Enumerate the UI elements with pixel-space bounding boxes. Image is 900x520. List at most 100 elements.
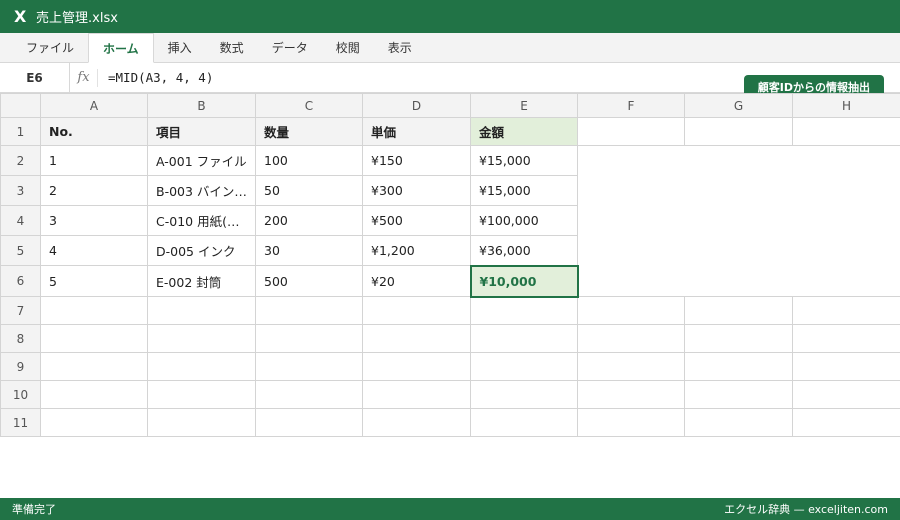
selected-cell-e6[interactable]: ¥10,000 <box>469 264 579 298</box>
cell[interactable] <box>255 380 363 409</box>
cell[interactable] <box>577 296 685 325</box>
cell-b1[interactable]: 項目 <box>147 117 256 146</box>
cell[interactable] <box>40 408 148 437</box>
cell[interactable] <box>470 408 578 437</box>
cell[interactable]: ¥1,200 <box>362 235 471 266</box>
cell-g1[interactable] <box>684 117 793 146</box>
cell[interactable] <box>362 352 471 381</box>
cell[interactable] <box>792 296 900 325</box>
cell-f1[interactable] <box>577 117 685 146</box>
column-header-g[interactable]: G <box>684 93 793 118</box>
cell[interactable] <box>255 324 363 353</box>
row-header[interactable]: 3 <box>0 175 41 206</box>
cell[interactable] <box>470 352 578 381</box>
cell[interactable] <box>577 352 685 381</box>
row-header[interactable]: 6 <box>0 265 41 297</box>
cell-a1[interactable]: No. <box>40 117 148 146</box>
cell[interactable] <box>147 324 256 353</box>
cell[interactable] <box>40 296 148 325</box>
tab-view[interactable]: 表示 <box>374 33 426 62</box>
row-header[interactable]: 2 <box>0 145 41 176</box>
cell[interactable] <box>792 324 900 353</box>
cell-d1[interactable]: 単価 <box>362 117 471 146</box>
cell[interactable] <box>147 352 256 381</box>
cell[interactable] <box>684 380 793 409</box>
cell[interactable]: ¥100,000 <box>470 205 578 236</box>
cell[interactable] <box>684 324 793 353</box>
cell[interactable]: 2 <box>40 175 148 206</box>
column-header-a[interactable]: A <box>40 93 148 118</box>
cell[interactable]: ¥500 <box>362 205 471 236</box>
cell[interactable] <box>577 380 685 409</box>
cell[interactable] <box>792 352 900 381</box>
cell[interactable] <box>255 296 363 325</box>
cell[interactable] <box>792 408 900 437</box>
cell[interactable]: C-010 用紙(A4) <box>147 205 256 236</box>
cell[interactable] <box>362 324 471 353</box>
tab-review[interactable]: 校閲 <box>322 33 374 62</box>
cell[interactable]: 500 <box>255 265 363 297</box>
cell-e1[interactable]: 金額 <box>470 117 578 146</box>
row-header[interactable]: 5 <box>0 235 41 266</box>
cell[interactable]: A-001 ファイル <box>147 145 256 176</box>
cell[interactable]: 5 <box>40 265 148 297</box>
cell[interactable] <box>470 296 578 325</box>
tab-insert[interactable]: 挿入 <box>154 33 206 62</box>
cell[interactable]: ¥150 <box>362 145 471 176</box>
column-header-b[interactable]: B <box>147 93 256 118</box>
cell[interactable] <box>577 324 685 353</box>
row-header[interactable]: 8 <box>0 324 41 353</box>
cell[interactable] <box>684 408 793 437</box>
column-header-e[interactable]: E <box>470 93 578 118</box>
cell[interactable] <box>577 408 685 437</box>
cell[interactable] <box>147 408 256 437</box>
row-header[interactable]: 9 <box>0 352 41 381</box>
column-header-f[interactable]: F <box>577 93 685 118</box>
cell[interactable] <box>362 408 471 437</box>
cell[interactable] <box>792 380 900 409</box>
cell[interactable]: 30 <box>255 235 363 266</box>
row-header[interactable]: 1 <box>0 117 41 146</box>
column-header-h[interactable]: H <box>792 93 900 118</box>
select-all-corner[interactable] <box>0 93 41 118</box>
cell[interactable] <box>255 352 363 381</box>
row-header[interactable]: 10 <box>0 380 41 409</box>
cell[interactable]: ¥20 <box>362 265 471 297</box>
tab-file[interactable]: ファイル <box>12 33 88 62</box>
cell[interactable]: E-002 封筒 <box>147 265 256 297</box>
name-box[interactable]: E6 <box>0 62 70 93</box>
tab-formulas[interactable]: 数式 <box>206 33 258 62</box>
cell[interactable] <box>470 380 578 409</box>
cell[interactable] <box>40 380 148 409</box>
cell[interactable] <box>684 296 793 325</box>
cell[interactable]: 1 <box>40 145 148 176</box>
cell[interactable]: ¥15,000 <box>470 145 578 176</box>
cell[interactable]: ¥15,000 <box>470 175 578 206</box>
fx-icon[interactable]: fx <box>70 68 98 87</box>
row-header[interactable]: 7 <box>0 296 41 325</box>
cell[interactable] <box>147 380 256 409</box>
cell[interactable]: ¥36,000 <box>470 235 578 266</box>
cell[interactable] <box>684 352 793 381</box>
cell[interactable]: 200 <box>255 205 363 236</box>
cell[interactable]: 100 <box>255 145 363 176</box>
cell[interactable] <box>255 408 363 437</box>
cell[interactable] <box>147 296 256 325</box>
cell[interactable] <box>362 296 471 325</box>
tab-home[interactable]: ホーム <box>88 33 154 63</box>
cell[interactable]: 3 <box>40 205 148 236</box>
cell[interactable]: 50 <box>255 175 363 206</box>
formula-input[interactable]: =MID(A3, 4, 4) <box>98 70 213 85</box>
cell[interactable] <box>470 324 578 353</box>
cell[interactable]: 4 <box>40 235 148 266</box>
cell[interactable]: D-005 インク <box>147 235 256 266</box>
cell[interactable] <box>362 380 471 409</box>
row-header[interactable]: 4 <box>0 205 41 236</box>
cell[interactable]: B-003 バイン… <box>147 175 256 206</box>
column-header-c[interactable]: C <box>255 93 363 118</box>
cell-h1[interactable] <box>792 117 900 146</box>
cell[interactable] <box>40 352 148 381</box>
cell[interactable]: ¥300 <box>362 175 471 206</box>
tab-data[interactable]: データ <box>258 33 322 62</box>
row-header[interactable]: 11 <box>0 408 41 437</box>
